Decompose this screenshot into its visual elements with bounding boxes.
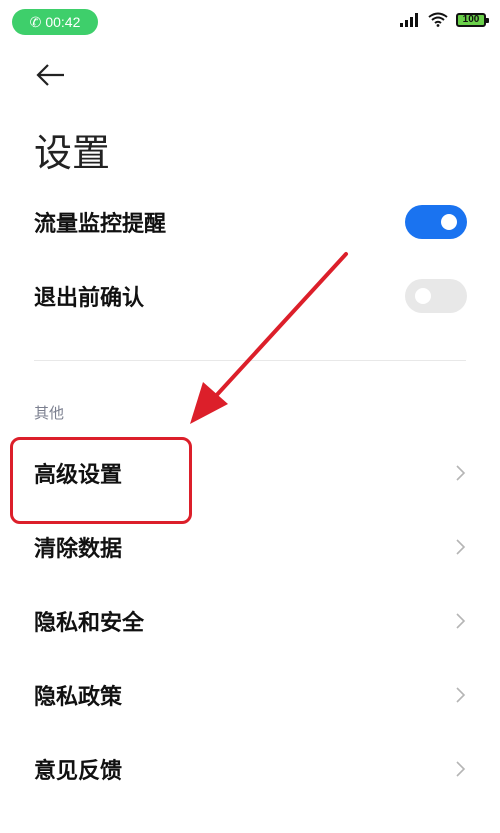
page-title: 设置 — [34, 131, 111, 175]
exit-confirm-row[interactable]: 退出前确认 — [0, 260, 500, 332]
traffic-monitor-toggle[interactable] — [405, 205, 467, 239]
exit-confirm-toggle[interactable] — [405, 279, 467, 313]
privacy-security-label: 隐私和安全 — [34, 611, 145, 636]
ongoing-call-pill[interactable]: ✆ 00:42 — [12, 9, 98, 35]
chevron-right-icon — [456, 539, 466, 555]
status-icons: 100 — [400, 12, 489, 27]
traffic-monitor-row[interactable]: 流量监控提醒 — [0, 186, 500, 258]
chevron-right-icon — [456, 465, 466, 481]
section-divider — [34, 360, 466, 361]
privacy-policy-row[interactable]: 隐私政策 — [0, 659, 500, 731]
battery-level: 100 — [462, 14, 480, 25]
annotation-highlight-box — [10, 437, 192, 524]
signal-icon — [400, 12, 418, 27]
toggle-knob — [441, 214, 457, 230]
clear-data-label: 清除数据 — [34, 537, 123, 562]
privacy-policy-label: 隐私政策 — [34, 685, 123, 710]
feedback-row[interactable]: 意见反馈 — [0, 733, 500, 805]
back-arrow-icon[interactable] — [34, 60, 74, 96]
phone-icon: ✆ — [29, 13, 42, 30]
status-bar: ✆ 00:42 100 — [0, 0, 500, 46]
privacy-security-row[interactable]: 隐私和安全 — [0, 585, 500, 657]
toggle-knob — [415, 288, 431, 304]
traffic-monitor-label: 流量监控提醒 — [34, 212, 167, 237]
chevron-right-icon — [456, 687, 466, 703]
chevron-right-icon — [456, 613, 466, 629]
call-time: 00:42 — [45, 14, 81, 30]
battery-icon: 100 — [456, 12, 489, 27]
chevron-right-icon — [456, 761, 466, 777]
section-header-other: 其他 — [34, 404, 65, 422]
wifi-icon — [428, 12, 448, 27]
feedback-label: 意见反馈 — [34, 759, 123, 784]
exit-confirm-label: 退出前确认 — [34, 286, 145, 311]
